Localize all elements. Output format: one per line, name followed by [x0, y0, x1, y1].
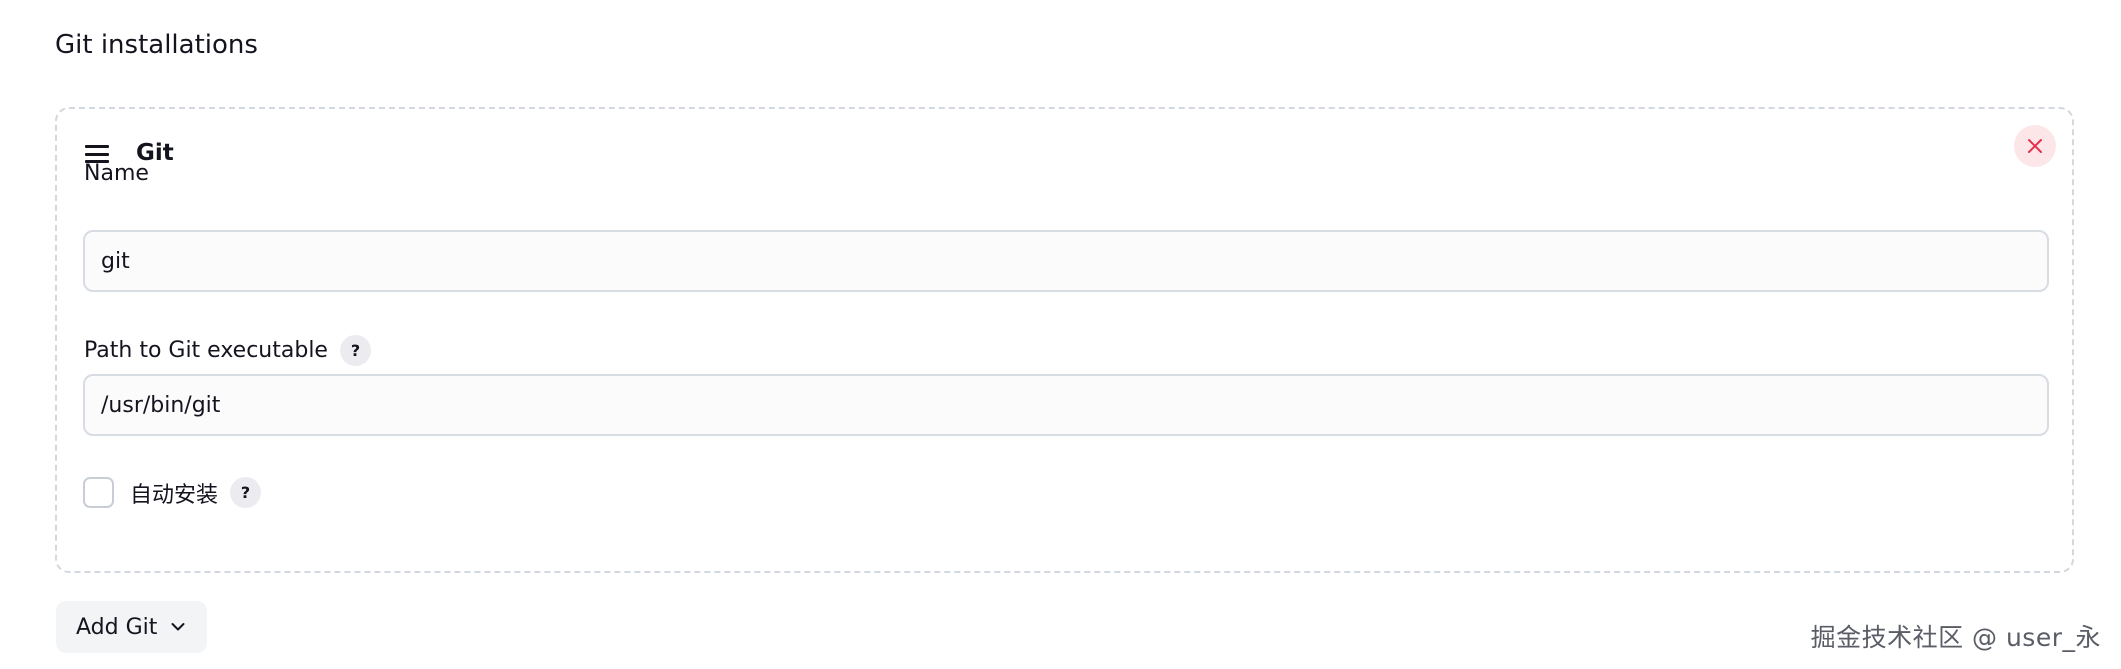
auto-install-checkbox[interactable] [83, 477, 114, 508]
auto-install-row: 自动安装 ? [83, 476, 262, 509]
name-label-text: Name [84, 160, 149, 186]
git-installation-card: Git Name Path to Git executable ? 自动安装 ? [55, 107, 2074, 573]
help-icon[interactable]: ? [339, 334, 371, 366]
chevron-down-icon [171, 622, 185, 632]
path-label: Path to Git executable ? [84, 330, 371, 370]
add-git-button[interactable]: Add Git [56, 601, 208, 653]
help-icon[interactable]: ? [230, 477, 262, 508]
auto-install-label: 自动安装 [130, 482, 219, 508]
add-git-label: Add Git [76, 614, 158, 640]
path-input[interactable] [83, 374, 2049, 436]
name-input[interactable] [83, 230, 2049, 292]
watermark: 掘金技术社区 @ user_永 [1810, 623, 2101, 652]
name-label: Name [84, 153, 149, 193]
delete-installation-button[interactable] [2014, 125, 2056, 167]
path-label-text: Path to Git executable [84, 337, 328, 363]
close-icon [2028, 139, 2042, 153]
section-title: Git installations [55, 30, 258, 60]
